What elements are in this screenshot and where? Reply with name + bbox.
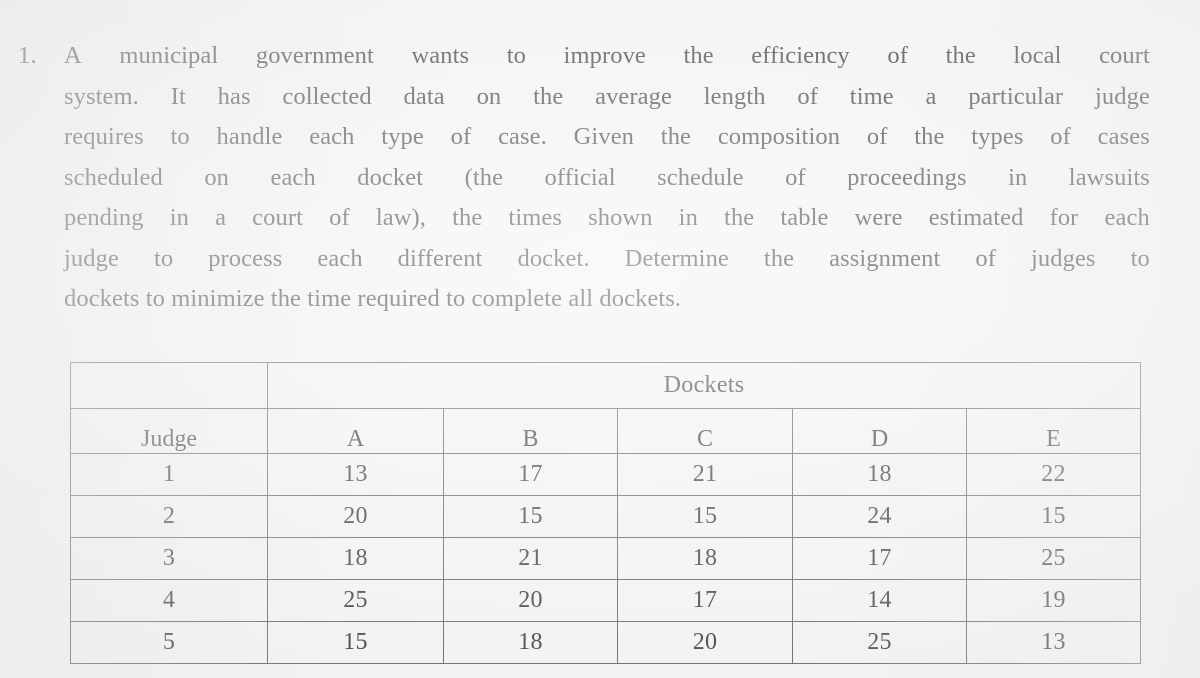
cell-judge1-docketA: 13: [267, 453, 444, 496]
question-line-6: judge to process each different docket. Determ…: [64, 244, 1150, 272]
cell-judge1-docketE: 22: [965, 453, 1142, 496]
cell-judge5-docketA: 15: [267, 621, 444, 664]
cell-judge5-docketC: 20: [617, 621, 793, 664]
cell-judge2-docketA: 20: [267, 495, 444, 538]
docket-time-table-wrapper: Dockets Judge A B C D E 1 13 17 21 18 22…: [70, 362, 1142, 664]
table-corner-cell: [70, 362, 268, 409]
cell-judge2-docketC: 15: [617, 495, 793, 538]
judge-label: 4: [70, 579, 268, 622]
cell-judge4-docketC: 17: [617, 579, 793, 622]
cell-judge3-docketD: 17: [792, 537, 967, 580]
question-line-1: Amunicipal government wants to improve the eff…: [64, 42, 1150, 69]
cell-judge4-docketA: 25: [267, 579, 444, 622]
question-line-3: requires to handle each type of case. Given the c…: [64, 123, 1150, 150]
cell-judge2-docketB: 15: [443, 495, 618, 538]
cell-judge5-docketD: 25: [792, 621, 967, 664]
cell-judge5-docketB: 18: [443, 621, 618, 664]
question-text: Amunicipal government wants to improve the eff…: [64, 36, 1150, 320]
question-number: 1.: [18, 42, 37, 69]
question-line-7: dockets to minimize the time required to…: [64, 285, 682, 312]
cell-judge3-docketE: 25: [965, 537, 1142, 580]
table-head: Dockets Judge A B C D E: [70, 362, 1142, 454]
column-header-e: E: [965, 408, 1142, 454]
column-header-b: B: [443, 408, 618, 454]
cell-judge3-docketC: 18: [617, 537, 793, 580]
table-column-header-row: Judge A B C D E: [70, 408, 1142, 454]
column-header-d: D: [792, 408, 967, 454]
table-row: 5 15 18 20 25 13: [70, 621, 1142, 664]
table-body: 1 13 17 21 18 22 2 20 15 15 24 15 3 18 2…: [70, 453, 1142, 664]
cell-judge5-docketE: 13: [965, 621, 1142, 664]
cell-judge4-docketD: 14: [792, 579, 967, 622]
judge-label: 1: [70, 453, 268, 496]
column-header-c: C: [617, 408, 793, 454]
table-row: 1 13 17 21 18 22: [70, 453, 1142, 496]
cell-judge4-docketE: 19: [965, 579, 1142, 622]
judge-label: 5: [70, 621, 268, 664]
docket-time-table: Dockets Judge A B C D E 1 13 17 21 18 22…: [70, 362, 1142, 664]
question-block: 1. Amunicipal government wants to improve the…: [18, 36, 1150, 320]
question-line-5: pending in a court of law), the times shown in the…: [64, 204, 1150, 231]
cell-judge1-docketB: 17: [443, 453, 618, 496]
table-group-header-row: Dockets: [70, 362, 1142, 409]
column-header-a: A: [267, 408, 444, 454]
cell-judge1-docketC: 21: [617, 453, 793, 496]
row-header-label-judge: Judge: [70, 408, 268, 454]
cell-judge2-docketD: 24: [792, 495, 967, 538]
cell-judge4-docketB: 20: [443, 579, 618, 622]
table-row: 4 25 20 17 14 19: [70, 579, 1142, 622]
cell-judge2-docketE: 15: [965, 495, 1142, 538]
question-line-4: scheduled on each docket (the official schedul…: [64, 163, 1150, 191]
cell-judge3-docketA: 18: [267, 537, 444, 580]
cell-judge3-docketB: 21: [443, 537, 618, 580]
cell-judge1-docketD: 18: [792, 453, 967, 496]
judge-label: 3: [70, 537, 268, 580]
question-line-2: system. It has collected data on the average len…: [64, 82, 1150, 110]
group-header-dockets: Dockets: [266, 362, 1142, 409]
table-row: 3 18 21 18 17 25: [70, 537, 1142, 580]
table-row: 2 20 15 15 24 15: [70, 495, 1142, 538]
judge-label: 2: [70, 495, 268, 538]
